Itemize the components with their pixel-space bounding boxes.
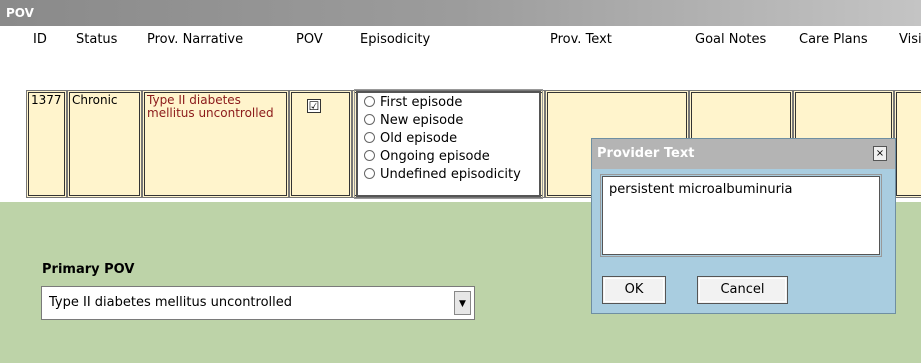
radio-undefined-episodicity[interactable]: Undefined episodicity <box>364 166 521 184</box>
pov-checkbox[interactable]: ☑ <box>307 99 321 113</box>
radio-icon[interactable] <box>364 150 375 161</box>
header-pov[interactable]: POV <box>296 32 323 47</box>
header-prov-narrative[interactable]: Prov. Narrative <box>147 32 243 47</box>
radio-icon[interactable] <box>364 132 375 143</box>
header-care-plans[interactable]: Care Plans <box>799 32 868 47</box>
primary-pov-label: Primary POV <box>42 262 135 277</box>
cell-narrative[interactable]: Type II diabetes mellitus uncontrolled <box>142 90 289 198</box>
provider-text-dialog: Provider Text × persistent microalbuminu… <box>591 138 896 314</box>
window-title: POV <box>0 0 921 26</box>
cell-status[interactable]: Chronic <box>67 90 142 198</box>
radio-old-episode[interactable]: Old episode <box>364 130 457 148</box>
radio-icon[interactable] <box>364 114 375 125</box>
ok-button[interactable]: OK <box>602 276 666 304</box>
header-visits[interactable]: Visi <box>899 32 921 47</box>
header-id[interactable]: ID <box>33 32 47 47</box>
radio-label: First episode <box>380 95 463 110</box>
row-narrative: Type II diabetes mellitus uncontrolled <box>147 93 274 120</box>
radio-ongoing-episode[interactable]: Ongoing episode <box>364 148 490 166</box>
radio-icon[interactable] <box>364 96 375 107</box>
cell-id[interactable]: 1377 <box>26 90 67 198</box>
radio-first-episode[interactable]: First episode <box>364 94 462 112</box>
cell-visits[interactable] <box>894 90 921 198</box>
radio-label: Ongoing episode <box>380 149 490 164</box>
dialog-title-text: Provider Text <box>597 146 695 161</box>
radio-label: Old episode <box>380 131 458 146</box>
radio-icon[interactable] <box>364 168 375 179</box>
cell-pov[interactable]: ☑ <box>289 90 352 198</box>
header-goal-notes[interactable]: Goal Notes <box>695 32 766 47</box>
row-status: Chronic <box>72 93 118 107</box>
header-status[interactable]: Status <box>76 32 117 47</box>
cancel-button[interactable]: Cancel <box>697 276 788 304</box>
radio-new-episode[interactable]: New episode <box>364 112 463 130</box>
header-episodicity[interactable]: Episodicity <box>360 32 430 47</box>
header-prov-text[interactable]: Prov. Text <box>550 32 612 47</box>
primary-pov-select[interactable]: Type II diabetes mellitus uncontrolled ▼ <box>41 286 475 320</box>
primary-pov-value: Type II diabetes mellitus uncontrolled <box>49 295 293 310</box>
close-icon[interactable]: × <box>873 146 887 161</box>
episodicity-radio-group: First episode New episode Old episode On… <box>354 89 543 199</box>
radio-label: New episode <box>380 113 464 128</box>
provider-text-input[interactable]: persistent microalbuminuria <box>600 174 882 257</box>
radio-label: Undefined episodicity <box>380 167 521 182</box>
dialog-title: Provider Text × <box>592 139 895 169</box>
chevron-down-icon[interactable]: ▼ <box>454 291 471 315</box>
row-id: 1377 <box>31 93 62 107</box>
